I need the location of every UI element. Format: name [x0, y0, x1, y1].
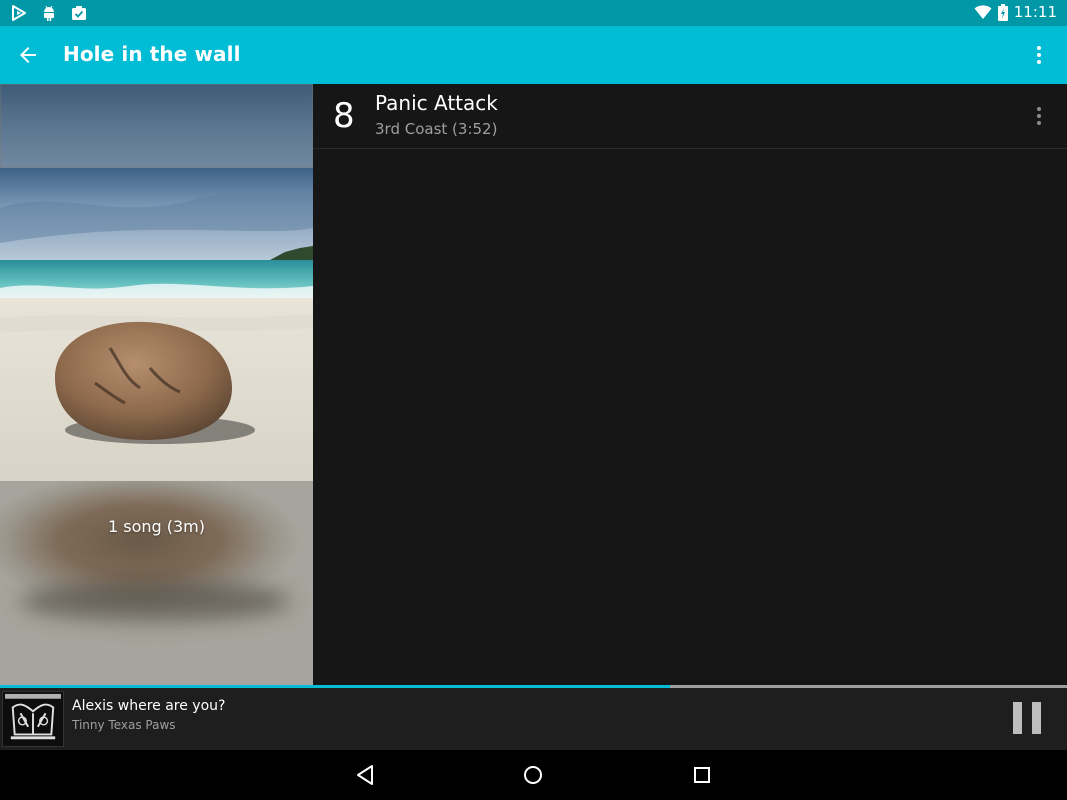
overflow-menu-icon[interactable] [1027, 43, 1051, 67]
track-list: 8 Panic Attack 3rd Coast (3:52) [313, 84, 1067, 685]
track-title: Panic Attack [375, 91, 498, 115]
now-playing-bar[interactable]: Alexis where are you? Tinny Texas Paws [0, 688, 1067, 750]
android-icon [44, 5, 54, 21]
album-art[interactable] [0, 168, 313, 481]
back-nav-icon[interactable] [353, 763, 377, 787]
status-bar: 11:11 [0, 0, 1067, 26]
pause-icon[interactable] [1013, 702, 1041, 734]
album-art-blur-top [0, 84, 313, 168]
battery-icon [997, 3, 1008, 21]
status-time: 11:11 [1013, 3, 1057, 21]
now-playing-art [2, 691, 64, 747]
wifi-icon [974, 5, 992, 19]
now-playing-artist: Tinny Texas Paws [72, 718, 176, 732]
app-bar: Hole in the wall [0, 26, 1067, 84]
back-arrow-icon[interactable] [16, 43, 40, 67]
system-nav-bar [0, 750, 1067, 800]
play-store-icon [12, 5, 26, 21]
now-playing-title: Alexis where are you? [72, 698, 226, 714]
track-row[interactable]: 8 Panic Attack 3rd Coast (3:52) [313, 84, 1067, 149]
song-count: 1 song (3m) [107, 517, 206, 536]
track-subtitle: 3rd Coast (3:52) [375, 120, 498, 138]
clipboard-check-icon [72, 6, 86, 20]
home-nav-icon[interactable] [521, 763, 545, 787]
track-overflow-menu-icon[interactable] [1027, 104, 1051, 128]
page-title: Hole in the wall [63, 42, 241, 66]
album-art-blur-bottom [0, 481, 313, 685]
track-number: 8 [333, 96, 355, 136]
album-art-panel: 1 song (3m) [0, 84, 313, 685]
recents-nav-icon[interactable] [690, 763, 714, 787]
